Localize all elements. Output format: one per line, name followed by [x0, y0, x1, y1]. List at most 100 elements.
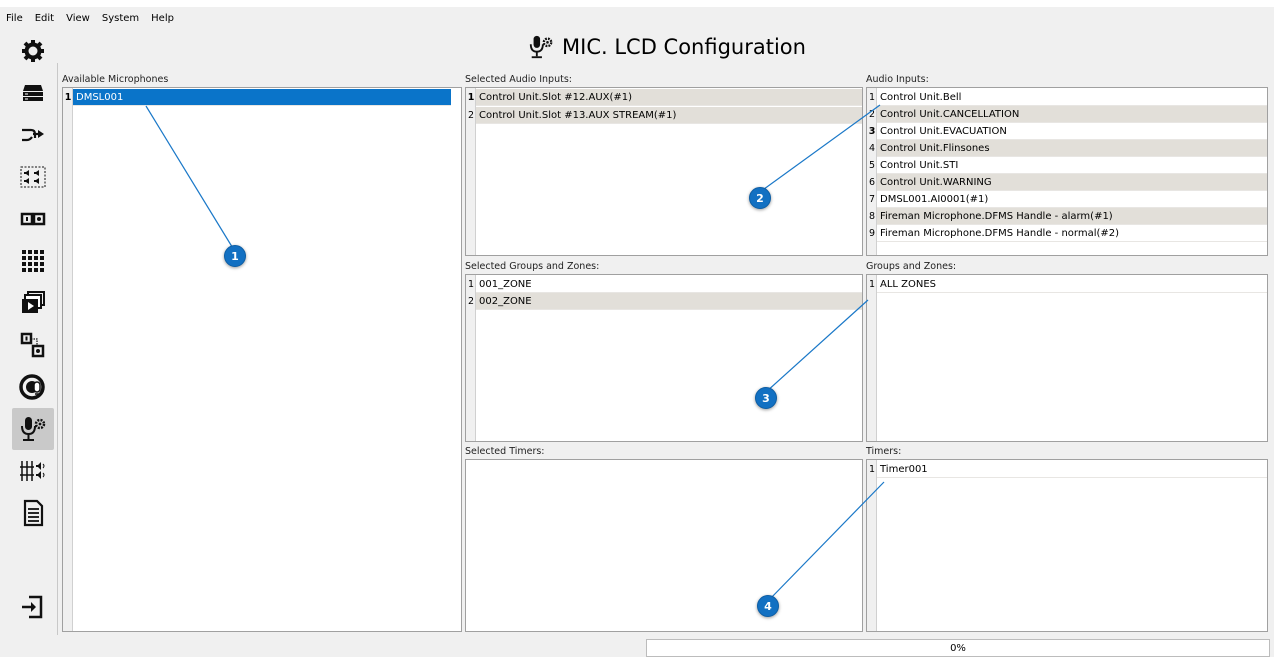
menu-view[interactable]: View — [64, 11, 92, 26]
menu-file[interactable]: File — [4, 11, 25, 26]
row-text: ALL ZONES — [877, 276, 1267, 293]
sidebar-item-logout[interactable] — [12, 586, 54, 628]
grid-icon — [22, 250, 44, 272]
sidebar-item-document[interactable] — [12, 492, 54, 534]
row-number: 7 — [868, 194, 876, 205]
sidebar-item-devices[interactable] — [12, 72, 54, 114]
list-gutter — [63, 88, 73, 631]
selected-timers-label: Selected Timers: — [465, 446, 545, 457]
menu-system[interactable]: System — [100, 11, 141, 26]
available-microphones-list[interactable]: 1 DMSL001 — [62, 87, 462, 632]
list-item[interactable]: 7 DMSL001.AI0001(#1) — [867, 191, 1267, 208]
audio-inputs-label: Audio Inputs: — [866, 74, 929, 85]
audio-inputs-list[interactable]: 1 Control Unit.Bell 2 Control Unit.CANCELL… — [866, 87, 1268, 256]
row-number: 9 — [868, 228, 876, 239]
selected-audio-inputs-label: Selected Audio Inputs: — [465, 74, 572, 85]
scrollbar-area — [1268, 86, 1274, 631]
progress-bar: 0% — [646, 639, 1270, 657]
timers-list[interactable]: 1 Timer001 — [866, 459, 1268, 632]
list-item[interactable]: 1 Control Unit.Slot #12.AUX(#1) — [466, 89, 862, 106]
row-text: DMSL001.AI0001(#1) — [877, 191, 1267, 208]
row-number: 4 — [868, 143, 876, 154]
row-number: 5 — [868, 160, 876, 171]
sidebar-divider — [57, 63, 58, 635]
row-number: 3 — [868, 126, 876, 137]
page-title: MIC. LCD Configuration — [562, 35, 806, 59]
row-text: Control Unit.CANCELLATION — [877, 106, 1267, 123]
row-text: Control Unit.EVACUATION — [877, 123, 1267, 140]
row-number: 2 — [868, 109, 876, 120]
page-header: MIC. LCD Configuration — [0, 34, 1274, 60]
list-item[interactable]: 1 DMSL001 — [63, 89, 451, 106]
groups-zones-label: Groups and Zones: — [866, 261, 957, 272]
menu-bar: File Edit View System Help — [0, 7, 1274, 29]
list-item[interactable]: 8 Fireman Microphone.DFMS Handle - alarm(… — [867, 208, 1267, 225]
callout-badge-2: 2 — [749, 187, 771, 209]
selected-audio-inputs-list[interactable]: 1 Control Unit.Slot #12.AUX(#1) 2 Contro… — [465, 87, 863, 256]
row-text: DMSL001 — [73, 89, 451, 106]
connect-icon — [20, 332, 45, 358]
row-number: 1 — [467, 279, 475, 290]
row-number: 1 — [868, 279, 876, 290]
row-text: 002_ZONE — [476, 293, 862, 310]
list-item[interactable]: 2 Control Unit.Slot #13.AUX STREAM(#1) — [466, 107, 862, 124]
sidebar-item-mixer[interactable] — [12, 450, 54, 492]
list-item[interactable]: 3 Control Unit.EVACUATION — [867, 123, 1267, 140]
sidebar-item-mic-config[interactable] — [12, 408, 54, 450]
row-number: 2 — [467, 296, 475, 307]
sidebar-item-io[interactable] — [12, 198, 54, 240]
row-number: 2 — [467, 110, 475, 121]
row-text: 001_ZONE — [476, 276, 862, 293]
row-text: Control Unit.Flinsones — [877, 140, 1267, 157]
list-gutter — [867, 275, 877, 441]
list-item[interactable]: 2 Control Unit.CANCELLATION — [867, 106, 1267, 123]
gear-icon — [22, 40, 44, 62]
menu-help[interactable]: Help — [149, 11, 176, 26]
list-item[interactable]: 1 001_ZONE — [466, 276, 862, 293]
media-icon — [22, 291, 45, 313]
routing-icon — [22, 128, 44, 142]
groups-zones-list[interactable]: 1 ALL ZONES — [866, 274, 1268, 442]
selected-groups-zones-list[interactable]: 1 001_ZONE 2 002_ZONE — [465, 274, 863, 442]
sidebar-item-routing[interactable] — [12, 114, 54, 156]
list-item[interactable]: 9 Fireman Microphone.DFMS Handle - normal… — [867, 225, 1267, 242]
row-text: Control Unit.STI — [877, 157, 1267, 174]
sidebar-item-settings[interactable] — [12, 30, 54, 72]
list-item[interactable]: 6 Control Unit.WARNING — [867, 174, 1267, 191]
speakers-icon — [20, 166, 46, 188]
sidebar-item-dial-mic[interactable] — [12, 366, 54, 408]
callout-badge-3: 3 — [755, 387, 777, 409]
row-number: 1 — [868, 92, 876, 103]
callout-badge-4: 4 — [757, 595, 779, 617]
row-number: 6 — [868, 177, 876, 188]
row-text: Fireman Microphone.DFMS Handle - alarm(#… — [877, 208, 1267, 225]
mixer-icon — [20, 461, 45, 481]
list-item[interactable]: 2 002_ZONE — [466, 293, 862, 310]
mic-config-icon — [529, 35, 553, 59]
logout-icon — [22, 595, 43, 619]
server-icon — [23, 85, 43, 101]
sidebar-item-media[interactable] — [12, 282, 54, 324]
row-text: Control Unit.Slot #12.AUX(#1) — [476, 89, 862, 106]
row-text: Control Unit.Slot #13.AUX STREAM(#1) — [476, 107, 862, 124]
available-microphones-label: Available Microphones — [62, 74, 169, 85]
sidebar-item-connect[interactable] — [12, 324, 54, 366]
timers-label: Timers: — [866, 446, 902, 457]
list-item[interactable]: 1 Control Unit.Bell — [867, 89, 1267, 106]
sidebar-item-speakers[interactable] — [12, 156, 54, 198]
row-text: Control Unit.Bell — [877, 89, 1267, 106]
menu-edit[interactable]: Edit — [33, 11, 56, 26]
list-item[interactable]: 1 Timer001 — [867, 461, 1267, 478]
row-number: 1 — [467, 92, 475, 103]
io-icon — [20, 212, 46, 226]
selected-timers-list[interactable] — [465, 459, 863, 632]
mic-config-icon — [21, 417, 46, 441]
list-item[interactable]: 4 Control Unit.Flinsones — [867, 140, 1267, 157]
sidebar-item-grid[interactable] — [12, 240, 54, 282]
row-text: Timer001 — [877, 461, 1267, 478]
document-icon — [23, 499, 44, 527]
list-gutter — [867, 460, 877, 631]
list-item[interactable]: 5 Control Unit.STI — [867, 157, 1267, 174]
list-item[interactable]: 1 ALL ZONES — [867, 276, 1267, 293]
callout-badge-1: 1 — [224, 245, 246, 267]
